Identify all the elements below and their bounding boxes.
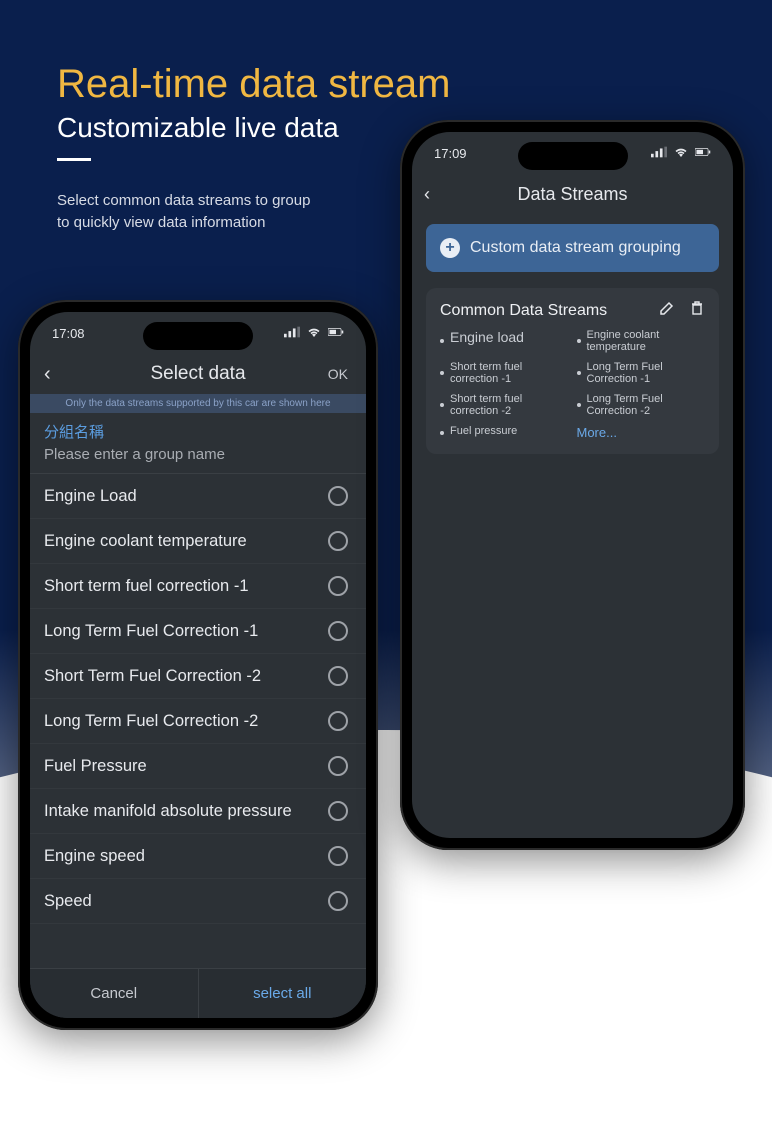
list-item[interactable]: Engine coolant temperature (30, 519, 366, 564)
back-button[interactable]: ‹ (44, 363, 51, 386)
back-button[interactable]: ‹ (424, 184, 430, 205)
bottom-bar: Cancel select all (30, 968, 366, 1018)
list-item[interactable]: Fuel Pressure (30, 744, 366, 789)
list-item-label: Engine coolant temperature (44, 532, 247, 551)
navbar: ‹ Data Streams (412, 174, 733, 214)
list-item[interactable]: Intake manifold absolute pressure (30, 789, 366, 834)
radio-icon[interactable] (328, 666, 348, 686)
status-time: 17:09 (434, 146, 467, 161)
hero-subtitle: Customizable live data (57, 112, 339, 144)
radio-icon[interactable] (328, 891, 348, 911)
stream-item: Short term fuel correction -1 (440, 361, 569, 385)
battery-icon (328, 326, 344, 341)
wifi-icon (306, 326, 322, 341)
edit-icon[interactable] (659, 300, 675, 321)
data-stream-list[interactable]: Engine Load Engine coolant temperature Sho… (30, 474, 366, 968)
list-item-label: Engine speed (44, 847, 145, 866)
cellular-icon (284, 326, 300, 341)
list-item[interactable]: Engine Load (30, 474, 366, 519)
group-name-input[interactable]: Please enter a group name (44, 446, 352, 463)
radio-icon[interactable] (328, 846, 348, 866)
list-item-label: Long Term Fuel Correction -2 (44, 712, 258, 731)
group-name-field[interactable]: 分組名稱 Please enter a group name (30, 413, 366, 474)
more-link[interactable]: More... (577, 425, 706, 440)
hint-banner: Only the data streams supported by this … (30, 394, 366, 413)
list-item[interactable]: Long Term Fuel Correction -1 (30, 609, 366, 654)
notch (518, 142, 628, 170)
list-item[interactable]: Long Term Fuel Correction -2 (30, 699, 366, 744)
group-name-label: 分組名稱 (44, 421, 352, 442)
cellular-icon (651, 146, 667, 161)
stream-item: Long Term Fuel Correction -1 (577, 361, 706, 385)
stream-item: Engine coolant temperature (577, 329, 706, 353)
stream-item: Short term fuel correction -2 (440, 393, 569, 417)
phone-select-data: 17:08 ‹ Select data OK Only the data str… (18, 300, 378, 1030)
stream-item: Long Term Fuel Correction -2 (577, 393, 706, 417)
radio-icon[interactable] (328, 531, 348, 551)
status-time: 17:08 (52, 326, 85, 341)
navbar: ‹ Select data OK (30, 354, 366, 394)
radio-icon[interactable] (328, 711, 348, 731)
list-item-label: Long Term Fuel Correction -1 (44, 622, 258, 641)
radio-icon[interactable] (328, 486, 348, 506)
list-item-label: Short Term Fuel Correction -2 (44, 667, 261, 686)
hero-underline (57, 158, 91, 161)
phone-data-streams: 17:09 ‹ Data Streams + Custom data strea… (400, 120, 745, 850)
page-title: Data Streams (517, 184, 627, 205)
list-item[interactable]: Speed (30, 879, 366, 924)
radio-icon[interactable] (328, 801, 348, 821)
stream-item: Fuel pressure (440, 425, 569, 440)
common-streams-title: Common Data Streams (440, 302, 607, 320)
list-item[interactable]: Short Term Fuel Correction -2 (30, 654, 366, 699)
select-all-button[interactable]: select all (199, 969, 367, 1018)
radio-icon[interactable] (328, 621, 348, 641)
plus-icon: + (440, 238, 460, 258)
ok-button[interactable]: OK (328, 366, 348, 382)
page-title: Select data (150, 363, 245, 385)
list-item-label: Engine Load (44, 487, 137, 506)
custom-grouping-label: Custom data stream grouping (470, 239, 681, 257)
trash-icon[interactable] (689, 300, 705, 321)
radio-icon[interactable] (328, 756, 348, 776)
hero-title: Real-time data stream (57, 62, 450, 107)
custom-grouping-button[interactable]: + Custom data stream grouping (426, 224, 719, 272)
list-item-label: Intake manifold absolute pressure (44, 802, 292, 821)
list-item[interactable]: Engine speed (30, 834, 366, 879)
list-item-label: Speed (44, 892, 92, 911)
list-item[interactable]: Short term fuel correction -1 (30, 564, 366, 609)
battery-icon (695, 146, 711, 161)
common-streams-card: Common Data Streams Engine load Engine co… (426, 288, 719, 454)
list-item-label: Fuel Pressure (44, 757, 147, 776)
stream-item: Engine load (440, 329, 569, 353)
cancel-button[interactable]: Cancel (30, 969, 199, 1018)
list-item-label: Short term fuel correction -1 (44, 577, 249, 596)
wifi-icon (673, 146, 689, 161)
radio-icon[interactable] (328, 576, 348, 596)
notch (143, 322, 253, 350)
hero-blurb: Select common data streams to group to q… (57, 190, 317, 234)
